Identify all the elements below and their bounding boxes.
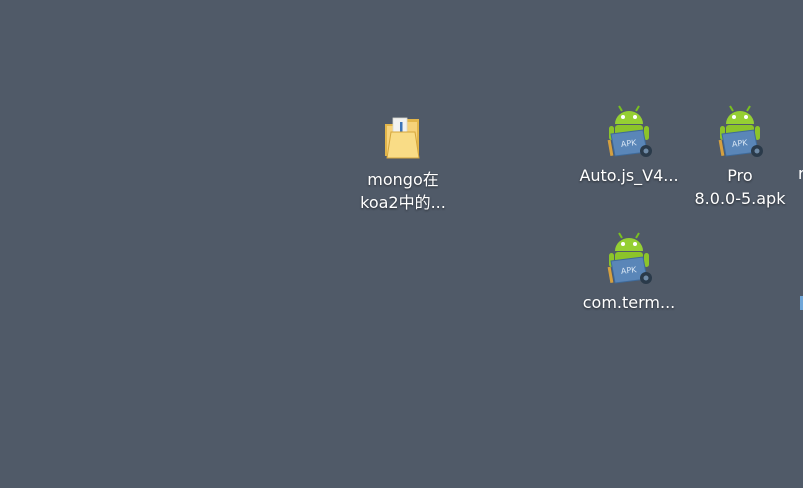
folder-icon <box>385 117 420 159</box>
desktop-icon-termux-apk[interactable]: APK com.term... <box>577 231 681 314</box>
offscreen-icon-label-fragment[interactable]: r <box>798 164 803 183</box>
desktop-icon-autojs-apk[interactable]: APK Auto.js_V4... <box>577 104 681 187</box>
desktop-icon-mongo-folder[interactable]: mongo在 koa2中的... <box>351 108 455 214</box>
desktop-icon-label: Pro 8.0.0-5.apk <box>694 166 786 208</box>
desktop-icon-label: com.term... <box>582 293 676 312</box>
desktop: mongo在 koa2中的... APK Auto.js_V4... APK P… <box>0 0 803 488</box>
apk-file-icon: APK <box>718 105 763 157</box>
desktop-icon-label: mongo在 koa2中的... <box>360 170 446 212</box>
apk-file-icon: APK <box>607 105 652 157</box>
desktop-icon-label: Auto.js_V4... <box>579 166 679 185</box>
apk-file-icon: APK <box>607 232 652 284</box>
desktop-icon-pro-apk[interactable]: APK Pro 8.0.0-5.apk <box>688 104 792 210</box>
